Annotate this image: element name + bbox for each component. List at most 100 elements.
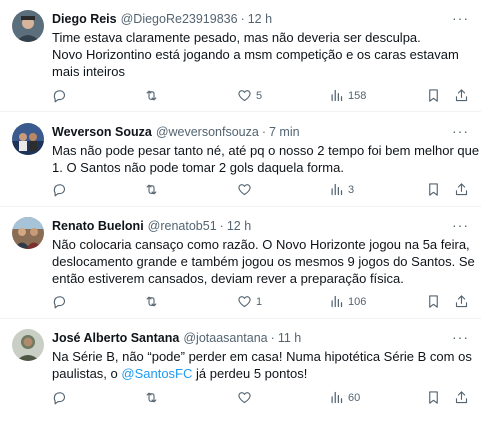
tweet-text-line: 1. O Santos não pode tomar 2 gols daquel… [52,160,344,175]
timestamp[interactable]: 12 h [227,219,251,233]
retweet-button[interactable] [144,294,163,309]
views-button[interactable]: 60 [329,390,360,405]
tweet-header: Diego Reis @DiegoRe23919836 · 12 h [52,12,272,26]
tweet-text: Mas não pode pesar tanto né, até pq o no… [52,142,481,176]
retweet-icon [146,296,157,307]
tweet-text-line: paulistas, o @SantosFC já perdeu 5 ponto… [52,366,308,381]
tweet[interactable]: Renato Bueloni @renatob51 · 12 h ··· Não… [0,207,481,319]
action-bar: 60 [52,390,470,408]
avatar[interactable] [12,10,44,42]
like-icon [238,90,251,102]
share-button[interactable] [454,88,469,103]
retweet-button[interactable] [144,182,163,197]
share-icon [455,89,468,102]
reply-icon [53,90,66,103]
reply-button[interactable] [52,88,71,103]
like-button[interactable] [237,390,256,405]
author-name[interactable]: Diego Reis [52,12,117,26]
views-icon [331,89,343,102]
tweet[interactable]: José Alberto Santana @jotaasantana · 11 … [0,319,481,421]
tweet-text-line: Não colocaria cansaço como razão. O Novo… [52,237,470,252]
tweet-text: Na Série B, não “pode” perder em casa! N… [52,348,472,382]
retweet-icon [146,90,157,101]
like-button[interactable]: 5 [237,88,262,103]
views-button[interactable]: 158 [329,88,366,103]
reply-feed: Diego Reis @DiegoRe23919836 · 12 h ··· T… [0,0,481,421]
reply-icon [53,392,66,405]
mention-link[interactable]: @SantosFC [121,366,192,381]
author-handle[interactable]: @renatob51 [148,219,217,233]
tweet-header: José Alberto Santana @jotaasantana · 11 … [52,331,301,345]
bookmark-icon [429,295,438,308]
bookmark-button[interactable] [426,88,441,103]
tweet-text-line: Time estava claramente pesado, mas não d… [52,30,421,45]
tweet-text-line: Na Série B, não “pode” perder em casa! N… [52,349,472,364]
tweet-text: Time estava claramente pesado, mas não d… [52,29,467,80]
tweet-text-line: Mas não pode pesar tanto né, até pq o no… [52,143,481,158]
retweet-icon [146,392,157,403]
author-name[interactable]: Weverson Souza [52,125,152,139]
bookmark-icon [429,89,438,102]
avatar[interactable] [12,217,44,249]
tweet-text-line: deslocamento grande e também jogou os me… [52,254,475,269]
tweet[interactable]: Weverson Souza @weversonfsouza · 7 min ·… [0,112,481,207]
author-handle[interactable]: @jotaasantana [183,331,267,345]
more-icon[interactable]: ··· [452,123,469,139]
like-icon [238,184,251,196]
separator: · [240,12,245,26]
retweet-button[interactable] [144,88,163,103]
author-name[interactable]: Renato Bueloni [52,219,144,233]
views-icon [331,391,343,404]
like-button[interactable]: 1 [237,294,262,309]
timestamp[interactable]: 11 h [278,331,301,345]
share-button[interactable] [454,390,469,405]
reply-icon [53,296,66,309]
like-button[interactable] [237,182,256,197]
views-icon [331,183,343,196]
more-icon[interactable]: ··· [452,10,469,26]
timestamp[interactable]: 12 h [248,12,272,26]
like-icon [238,296,251,308]
bookmark-button[interactable] [426,182,441,197]
views-button[interactable]: 106 [329,294,366,309]
avatar[interactable] [12,123,44,155]
tweet-text-line: mais inteiros [52,64,125,79]
author-name[interactable]: José Alberto Santana [52,331,179,345]
tweet-text-line: Novo Horizontino está jogando a msm comp… [52,47,459,62]
action-bar: 1 106 [52,294,470,312]
share-button[interactable] [454,182,469,197]
author-handle[interactable]: @weversonfsouza [156,125,259,139]
tweet-text-line: então estiverem cansados, deviam rever a… [52,271,404,286]
action-bar: 3 [52,182,470,200]
like-icon [238,392,251,404]
bookmark-icon [429,391,438,404]
more-icon[interactable]: ··· [452,217,469,233]
reply-button[interactable] [52,182,71,197]
retweet-button[interactable] [144,390,163,405]
tweet-header: Weverson Souza @weversonfsouza · 7 min [52,125,300,139]
share-icon [455,295,468,308]
share-icon [455,391,468,404]
tweet-text: Não colocaria cansaço como razão. O Novo… [52,236,475,287]
retweet-icon [146,184,157,195]
avatar[interactable] [12,329,44,361]
views-icon [331,295,343,308]
reply-button[interactable] [52,390,71,405]
share-icon [455,183,468,196]
tweet[interactable]: Diego Reis @DiegoRe23919836 · 12 h ··· T… [0,0,481,112]
tweet-header: Renato Bueloni @renatob51 · 12 h [52,219,251,233]
separator: · [270,331,275,345]
reply-icon [53,184,66,197]
separator: · [219,219,224,233]
more-icon[interactable]: ··· [452,329,469,345]
timestamp[interactable]: 7 min [269,125,300,139]
bookmark-button[interactable] [426,294,441,309]
bookmark-button[interactable] [426,390,441,405]
reply-button[interactable] [52,294,71,309]
action-bar: 5 158 [52,88,470,106]
separator: · [261,125,266,139]
views-button[interactable]: 3 [329,182,354,197]
share-button[interactable] [454,294,469,309]
bookmark-icon [429,183,438,196]
author-handle[interactable]: @DiegoRe23919836 [121,12,238,26]
